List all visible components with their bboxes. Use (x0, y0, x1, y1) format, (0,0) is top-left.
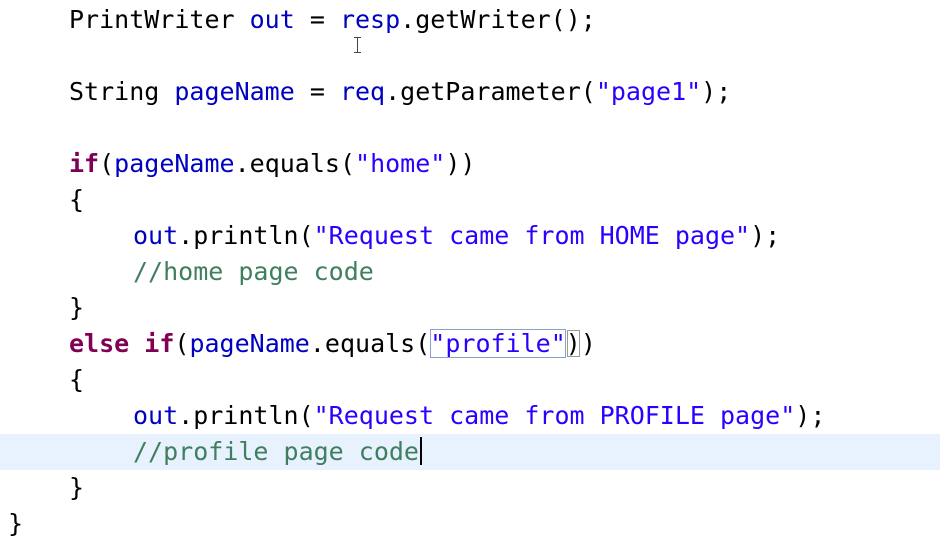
code-token: "Request came from HOME page" (313, 221, 751, 250)
text-cursor-icon (350, 34, 366, 56)
code-line[interactable] (0, 110, 940, 146)
code-token: out (249, 5, 295, 34)
matching-bracket: ) (565, 329, 581, 358)
code-line-content: PrintWriter out = resp.getWriter(); (69, 2, 596, 38)
code-line[interactable]: } (0, 506, 940, 542)
code-line-content: String pageName = req.getParameter("page… (69, 74, 731, 110)
code-token: req (339, 77, 386, 106)
code-token: .equals( (234, 149, 356, 178)
code-token: PrintWriter (69, 5, 250, 34)
code-token: = (294, 77, 340, 106)
code-line[interactable]: out.println("Request came from PROFILE p… (0, 398, 940, 434)
code-line[interactable]: } (0, 470, 940, 506)
code-line[interactable]: { (0, 182, 940, 218)
code-token: out (133, 401, 179, 430)
code-editor[interactable]: PrintWriter out = resp.getWriter(); Strin… (0, 0, 940, 552)
code-token: { (69, 185, 85, 214)
code-token: .println( (178, 401, 314, 430)
code-line-content: out.println("Request came from PROFILE p… (133, 398, 825, 434)
code-line-current[interactable]: //profile page code (0, 434, 940, 470)
code-line[interactable]: String pageName = req.getParameter("page… (0, 74, 940, 110)
code-line[interactable]: //home page code (0, 254, 940, 290)
code-line-content: { (69, 182, 84, 218)
code-token: .println( (178, 221, 314, 250)
code-token: //profile page code (133, 437, 419, 466)
code-line[interactable]: else if(pageName.equals("profile")) (0, 326, 940, 362)
code-line[interactable] (0, 38, 940, 74)
code-line-content: else if(pageName.equals("profile")) (69, 326, 596, 362)
code-token: pageName (189, 329, 310, 358)
code-token: = (294, 5, 340, 34)
code-line[interactable]: } (0, 290, 940, 326)
code-line-content: { (69, 362, 84, 398)
code-token: "home" (355, 149, 446, 178)
code-line-content: } (8, 506, 23, 542)
code-token: out (133, 221, 179, 250)
code-token: { (69, 365, 85, 394)
code-line[interactable]: if(pageName.equals("home")) (0, 146, 940, 182)
code-token: .getParameter( (385, 77, 596, 106)
code-line-content: } (69, 290, 84, 326)
code-token: if (144, 329, 175, 358)
code-token: ) (580, 329, 596, 358)
code-token: ); (701, 77, 732, 106)
code-line-content: //profile page code (133, 434, 422, 470)
code-token: .getWriter(); (400, 5, 596, 34)
code-token: ); (750, 221, 781, 250)
code-token: ( (99, 149, 115, 178)
code-token: "page1" (595, 77, 702, 106)
code-token: .equals( (309, 329, 431, 358)
code-token: //home page code (133, 257, 374, 286)
code-token: )) (445, 149, 476, 178)
code-token: ( (174, 329, 190, 358)
code-token: ); (795, 401, 826, 430)
code-line-content: if(pageName.equals("home")) (69, 146, 475, 182)
code-token: else (69, 329, 130, 358)
code-token: pageName (114, 149, 235, 178)
code-token: } (8, 509, 24, 538)
code-line-content: //home page code (133, 254, 374, 290)
highlighted-string-token: "profile" (430, 329, 566, 358)
code-token: } (69, 293, 85, 322)
code-token: "Request came from PROFILE page" (313, 401, 796, 430)
code-line-content: out.println("Request came from HOME page… (133, 218, 780, 254)
code-token: String (69, 77, 175, 106)
code-line[interactable]: { (0, 362, 940, 398)
code-token: if (69, 149, 100, 178)
code-token: resp (339, 5, 401, 34)
code-line[interactable]: out.println("Request came from HOME page… (0, 218, 940, 254)
code-token: pageName (174, 77, 295, 106)
text-caret (419, 437, 422, 465)
code-line-content: } (69, 470, 84, 506)
code-line[interactable]: PrintWriter out = resp.getWriter(); (0, 2, 940, 38)
code-token: } (69, 473, 85, 502)
